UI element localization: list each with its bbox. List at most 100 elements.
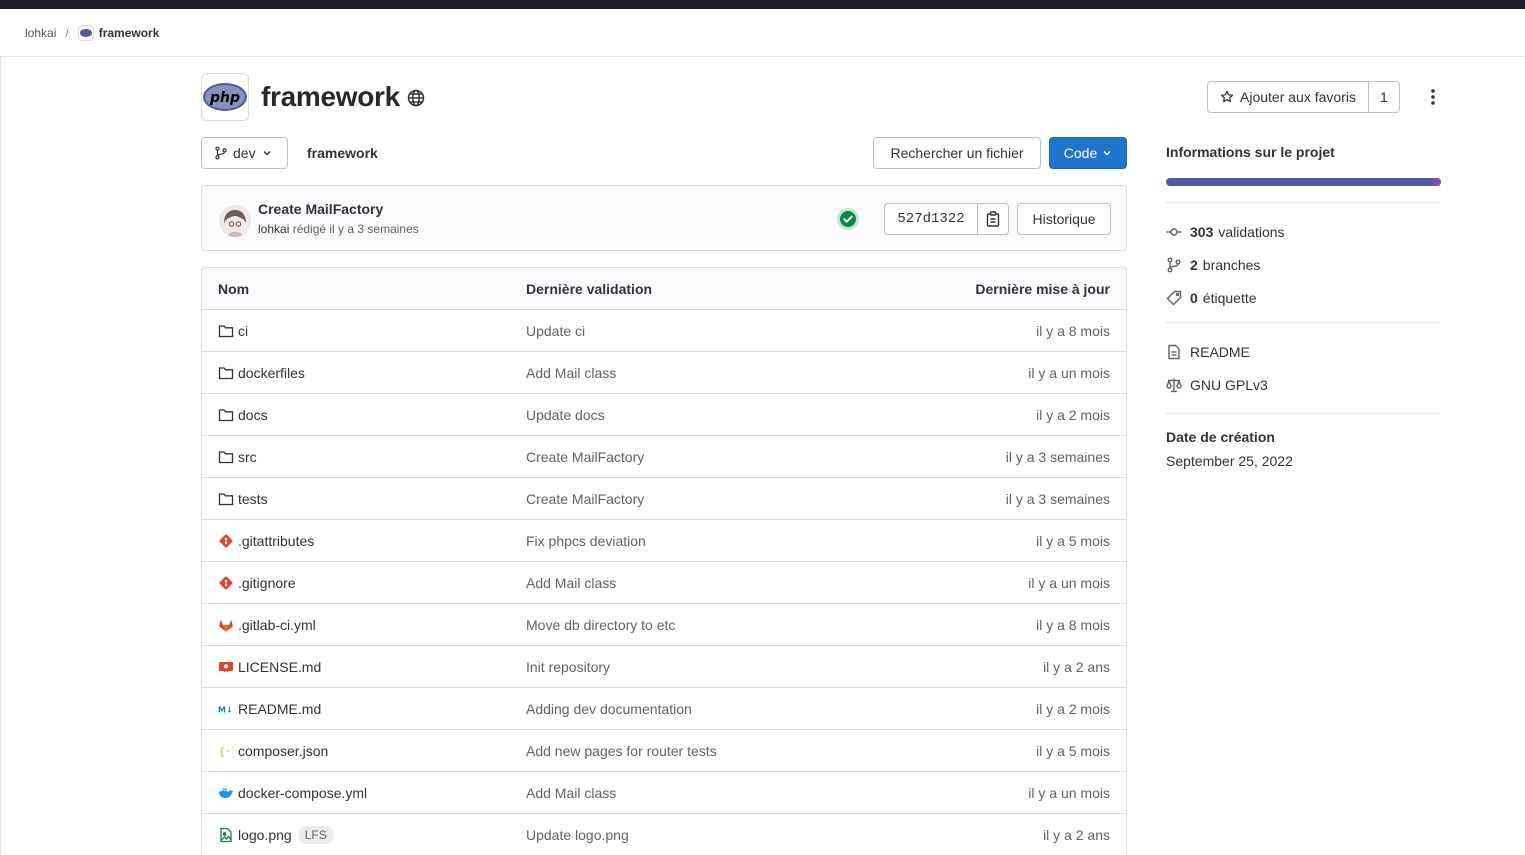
globe-icon [407, 89, 425, 107]
git-icon [218, 575, 234, 591]
file-last-commit[interactable]: Add Mail class [526, 562, 616, 603]
project-avatar: php [201, 73, 249, 121]
svg-text:{·}: {·} [219, 745, 235, 758]
folder-icon [218, 491, 234, 507]
svg-text:M↓: M↓ [218, 705, 233, 714]
table-row[interactable]: .gitlab-ci.yml Move db directory to etc il… [202, 604, 1126, 646]
more-actions-icon[interactable] [1424, 86, 1442, 108]
file-name-cell[interactable]: logo.png LFS [218, 814, 334, 855]
breadcrumb-project[interactable]: framework [77, 25, 159, 41]
table-row[interactable]: ci Update ci il y a 8 mois [202, 310, 1126, 352]
tag-icon [1166, 290, 1182, 305]
stat-tags[interactable]: 0 étiquette [1166, 281, 1441, 314]
star-button[interactable]: Ajouter aux favoris [1208, 82, 1369, 112]
code-dropdown-button[interactable]: Code [1049, 137, 1127, 169]
file-last-commit[interactable]: Adding dev documentation [526, 688, 692, 729]
file-last-update: il y a 8 mois [1036, 322, 1110, 339]
commit-author[interactable]: lohkai [258, 222, 289, 236]
header-divider [0, 56, 1525, 57]
commit-title[interactable]: Create MailFactory [258, 201, 383, 217]
star-count[interactable]: 1 [1369, 82, 1399, 112]
file-last-update: il y a 5 mois [1036, 742, 1110, 759]
license-link[interactable]: GNU GPLv3 [1166, 368, 1441, 401]
file-name: docker-compose.yml [238, 784, 368, 801]
table-row[interactable]: tests Create MailFactory il y a 3 semaines [202, 478, 1126, 520]
repo-path[interactable]: framework [307, 145, 378, 161]
readme-link[interactable]: README [1166, 335, 1441, 368]
chevron-down-icon [1103, 150, 1111, 156]
file-last-commit[interactable]: Update docs [526, 394, 605, 435]
commits-label: validations [1218, 223, 1285, 240]
file-name-cell[interactable]: .gitattributes [218, 520, 314, 561]
page-title: framework [261, 81, 400, 112]
file-last-commit[interactable]: Add new pages for router tests [526, 730, 717, 771]
created-label: Date de création [1166, 429, 1275, 445]
file-last-commit[interactable]: Move db directory to etc [526, 604, 675, 645]
file-name-cell[interactable]: src [218, 436, 257, 477]
tags-count: 0 [1190, 289, 1198, 306]
table-row[interactable]: dockerfiles Add Mail class il y a un mois [202, 352, 1126, 394]
table-row[interactable]: M↓ README.md Adding dev documentation il y … [202, 688, 1126, 730]
header-last-commit: Dernière validation [526, 280, 653, 297]
file-last-commit[interactable]: Create MailFactory [526, 436, 644, 477]
file-last-update: il y a 2 ans [1043, 826, 1110, 843]
file-name-cell[interactable]: .gitlab-ci.yml [218, 604, 316, 645]
project-avatar-text: php [209, 90, 240, 106]
file-name: tests [238, 490, 268, 507]
file-name-cell[interactable]: docker-compose.yml [218, 772, 367, 813]
file-last-update: il y a 3 semaines [1005, 448, 1110, 465]
commit-sha-group: 527d1322 [884, 203, 1009, 235]
language-bar[interactable] [1166, 178, 1441, 186]
file-last-commit[interactable]: Update logo.png [526, 814, 629, 855]
top-header-bar [0, 0, 1525, 9]
history-button[interactable]: Historique [1017, 203, 1111, 235]
commit-meta: lohkai rédigé il y a 3 semaines [258, 222, 419, 236]
project-header: php framework [201, 73, 425, 121]
file-name-cell[interactable]: LICENSE.md [218, 646, 321, 687]
file-last-commit[interactable]: Init repository [526, 646, 610, 687]
commit-sha[interactable]: 527d1322 [885, 204, 978, 234]
table-row[interactable]: docker-compose.yml Add Mail class il y a u… [202, 772, 1126, 814]
language-bar-secondary [1433, 178, 1441, 186]
table-row[interactable]: .gitattributes Fix phpcs deviation il y a … [202, 520, 1126, 562]
stat-commits[interactable]: 303 validations [1166, 215, 1441, 248]
file-last-commit[interactable]: Update ci [526, 310, 585, 351]
folder-icon [218, 365, 234, 381]
commits-count: 303 [1190, 223, 1214, 240]
file-name-cell[interactable]: {·}composer.json [218, 730, 329, 771]
sidebar-divider [1166, 413, 1441, 414]
file-name-cell[interactable]: tests [218, 478, 268, 519]
pipeline-success-icon[interactable] [836, 207, 860, 231]
table-row[interactable]: {·}composer.json Add new pages for router… [202, 730, 1126, 772]
file-last-commit[interactable]: Fix phpcs deviation [526, 520, 646, 561]
copy-icon[interactable] [978, 204, 1008, 234]
find-file-button[interactable]: Rechercher un fichier [873, 137, 1041, 169]
file-name: .gitattributes [238, 532, 315, 549]
table-row[interactable]: docs Update docs il y a 2 mois [202, 394, 1126, 436]
stat-branches[interactable]: 2 branches [1166, 248, 1441, 281]
file-last-commit[interactable]: Add Mail class [526, 352, 616, 393]
table-row[interactable]: .gitignore Add Mail class il y a un mois [202, 562, 1126, 604]
tags-label: étiquette [1202, 289, 1257, 306]
file-name: docs [238, 406, 268, 423]
file-name-cell[interactable]: ci [218, 310, 248, 351]
file-name-cell[interactable]: dockerfiles [218, 352, 305, 393]
project-info-sidebar: Informations sur le projet 303 validatio… [1166, 137, 1441, 469]
readme-label: README [1190, 343, 1250, 360]
file-name-cell[interactable]: .gitignore [218, 562, 296, 603]
breadcrumb-owner[interactable]: lohkai [25, 26, 56, 40]
breadcrumb-separator: / [65, 26, 69, 40]
breadcrumb: lohkai / framework [25, 9, 159, 57]
file-name-cell[interactable]: docs [218, 394, 268, 435]
file-name-cell[interactable]: M↓ README.md [218, 688, 321, 729]
file-last-commit[interactable]: Create MailFactory [526, 478, 644, 519]
table-row[interactable]: logo.png LFS Update logo.png il y a 2 ans [202, 814, 1126, 855]
table-row[interactable]: LICENSE.md Init repository il y a 2 ans [202, 646, 1126, 688]
branch-selector[interactable]: dev [201, 137, 288, 169]
last-commit-panel: Create MailFactory lohkai rédigé il y a … [201, 185, 1127, 251]
file-last-commit[interactable]: Add Mail class [526, 772, 616, 813]
header-last-update: Dernière mise à jour [975, 280, 1110, 297]
table-row[interactable]: src Create MailFactory il y a 3 semaines [202, 436, 1126, 478]
author-avatar[interactable] [219, 205, 251, 237]
folder-icon [218, 449, 234, 465]
